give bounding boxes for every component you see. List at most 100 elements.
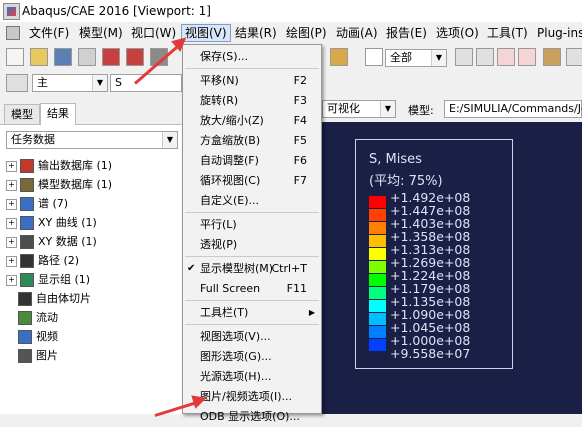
view-menu-item[interactable]: 透视(P) bbox=[183, 235, 321, 255]
save-icon[interactable] bbox=[54, 48, 72, 66]
expand-icon[interactable]: + bbox=[6, 179, 17, 191]
expand-icon[interactable]: + bbox=[6, 160, 17, 172]
menu-separator bbox=[185, 68, 319, 69]
menu-tools[interactable]: 工具(T) bbox=[484, 25, 531, 41]
menu-model[interactable]: 模型(M) bbox=[76, 25, 126, 41]
tree-item[interactable]: 视频 bbox=[6, 327, 58, 346]
menu-plugins[interactable]: Plug-ins bbox=[534, 25, 582, 41]
model-path-field[interactable]: E:/SIMULIA/Commands/Jo bbox=[444, 100, 582, 118]
select-nodes-icon[interactable] bbox=[518, 48, 536, 66]
legend-swatch bbox=[369, 274, 386, 286]
tab-results[interactable]: 结果 bbox=[40, 103, 76, 125]
view-menu-item-label: 平行(L) bbox=[200, 218, 237, 231]
select-arrow-icon[interactable] bbox=[365, 48, 383, 66]
tree-item-label: 视频 bbox=[36, 330, 58, 343]
tree-tabs: 模型 结果 bbox=[0, 102, 182, 125]
legend-swatch bbox=[369, 261, 386, 273]
view-menu-item[interactable]: 旋转(R) F3 bbox=[183, 91, 321, 111]
select-box-icon[interactable] bbox=[455, 48, 473, 66]
export-icon[interactable] bbox=[126, 48, 144, 66]
menu-file[interactable]: 文件(F) bbox=[26, 25, 72, 41]
tree-item[interactable]: + 输出数据库 (1) bbox=[6, 156, 112, 175]
context-icon[interactable] bbox=[6, 74, 28, 92]
menu-results[interactable]: 结果(R) bbox=[232, 25, 280, 41]
view-menu-item[interactable]: Full Screen F11 bbox=[183, 279, 321, 299]
view-menu-item[interactable]: 放大/缩小(Z) F4 bbox=[183, 111, 321, 131]
expand-icon[interactable]: + bbox=[6, 255, 17, 267]
menu-report[interactable]: 报告(E) bbox=[383, 25, 430, 41]
legend-title: S, Mises bbox=[369, 152, 422, 167]
view-menu-item[interactable]: 平行(L) bbox=[183, 215, 321, 235]
view-menu-item[interactable]: 自动调整(F) F6 bbox=[183, 151, 321, 171]
import-icon[interactable] bbox=[102, 48, 120, 66]
view-menu-item[interactable]: 工具栏(T) ▶ bbox=[183, 303, 321, 323]
tree-item[interactable]: + XY 曲线 (1) bbox=[6, 213, 97, 232]
view-menu-item-label: Full Screen bbox=[200, 282, 261, 295]
view-menu-item-label: 方盒缩放(B) bbox=[200, 134, 261, 147]
view-menu-item-label: 旋转(R) bbox=[200, 94, 239, 107]
tree-item[interactable]: + 模型数据库 (1) bbox=[6, 175, 112, 194]
view-menu-item-label: 平移(N) bbox=[200, 74, 239, 87]
expand-icon[interactable]: + bbox=[6, 236, 17, 248]
tree-item-label: XY 曲线 (1) bbox=[38, 216, 97, 229]
select-region-icon[interactable] bbox=[497, 48, 515, 66]
s-field-combo[interactable]: S bbox=[110, 74, 182, 92]
view-menu-item[interactable]: 自定义(E)... bbox=[183, 191, 321, 211]
display-group-icon bbox=[20, 273, 34, 287]
view-menu-item[interactable]: 保存(S)... bbox=[183, 47, 321, 67]
expand-icon[interactable]: + bbox=[6, 198, 17, 210]
view-menu-item[interactable]: 平移(N) F2 bbox=[183, 71, 321, 91]
shortcut-label: F7 bbox=[293, 174, 307, 187]
select-rect-icon[interactable] bbox=[476, 48, 494, 66]
shortcut-label: F2 bbox=[293, 74, 307, 87]
tree-item[interactable]: + 谱 (7) bbox=[6, 194, 68, 213]
selection-filter-combo[interactable]: 全部 ▼ bbox=[385, 49, 447, 67]
tree-item[interactable]: 流动 bbox=[6, 308, 58, 327]
expand-icon[interactable]: + bbox=[6, 217, 17, 229]
task-data-combo[interactable]: 任务数据 ▼ bbox=[6, 131, 178, 149]
chevron-down-icon: ▼ bbox=[380, 101, 395, 117]
tab-model[interactable]: 模型 bbox=[4, 104, 40, 124]
open-folder-icon[interactable] bbox=[30, 48, 48, 66]
view-menu-item[interactable]: 方盒缩放(B) F5 bbox=[183, 131, 321, 151]
visualization-combo[interactable]: 可视化 ▼ bbox=[322, 100, 396, 118]
menu-separator bbox=[185, 324, 319, 325]
toolbar-more-icon[interactable] bbox=[566, 48, 582, 66]
chevron-down-icon: ▼ bbox=[92, 75, 107, 91]
module-combo[interactable]: 主 ▼ bbox=[32, 74, 108, 92]
model-label: 模型: bbox=[408, 104, 434, 117]
view-menu-item[interactable]: 循环视图(C) F7 bbox=[183, 171, 321, 191]
shortcut-label: Ctrl+T bbox=[271, 262, 307, 275]
view-menu-item-label: 透视(P) bbox=[200, 238, 238, 251]
check-icon: ✔ bbox=[187, 263, 196, 274]
expand-icon[interactable]: + bbox=[6, 274, 17, 286]
menu-viewport[interactable]: 视口(W) bbox=[128, 25, 179, 41]
view-menu-item-label: 循环视图(C) bbox=[200, 174, 261, 187]
menu-animate[interactable]: 动画(A) bbox=[333, 25, 381, 41]
box-icon[interactable] bbox=[543, 48, 561, 66]
view-menu-item[interactable]: 视图选项(V)... bbox=[183, 327, 321, 347]
tree-item[interactable]: 图片 bbox=[6, 346, 58, 365]
view-menu-item[interactable]: 图形选项(G)... bbox=[183, 347, 321, 367]
tree-item[interactable]: + 路径 (2) bbox=[6, 251, 79, 270]
view-menu-item[interactable]: ODB 显示选项(O)... bbox=[183, 407, 321, 427]
tree-item[interactable]: + XY 数据 (1) bbox=[6, 232, 97, 251]
system-menu-icon[interactable] bbox=[6, 26, 20, 40]
xy-curve-icon bbox=[20, 216, 34, 230]
view-menu-item[interactable]: 光源选项(H)... bbox=[183, 367, 321, 387]
path-icon bbox=[20, 254, 34, 268]
tree-item[interactable]: + 显示组 (1) bbox=[6, 270, 90, 289]
ladder-icon[interactable] bbox=[330, 48, 348, 66]
menu-options[interactable]: 选项(O) bbox=[433, 25, 482, 41]
tree-item[interactable]: 自由体切片 bbox=[6, 289, 91, 308]
new-file-icon[interactable] bbox=[6, 48, 24, 66]
view-menu-item[interactable]: ✔ 显示模型树(M) Ctrl+T bbox=[183, 259, 321, 279]
submenu-arrow-icon: ▶ bbox=[308, 308, 315, 317]
window-title: Abaqus/CAE 2016 [Viewport: 1] bbox=[22, 4, 211, 18]
print-icon[interactable] bbox=[78, 48, 96, 66]
menu-plot[interactable]: 绘图(P) bbox=[283, 25, 330, 41]
